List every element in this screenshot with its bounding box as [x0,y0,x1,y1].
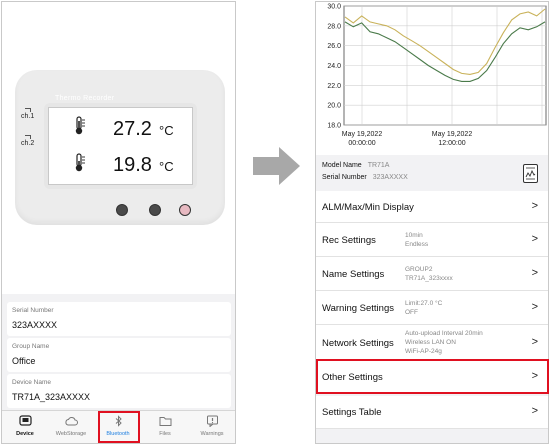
group-name-card: Group Name Office [7,338,231,372]
serial-number-label: Serial Number [322,174,367,181]
ch2-mark [25,135,31,139]
ch2-unit: °C [159,159,174,174]
device-button-3 [179,204,191,216]
bluetooth-tab-highlight [98,411,140,443]
warning-icon [207,415,218,427]
ch1-label: ch.1 [21,113,35,120]
tab-label: Files [159,431,171,437]
series-line [344,8,546,75]
arrow-right-icon [253,147,300,185]
device-button-1 [116,204,128,216]
temperature-chart: 30.0 28.0 26.0 24.0 22.0 20.0 18.0 May 19,2022 0… [316,2,548,155]
graph-icon [525,167,536,180]
device-button-2 [149,204,161,216]
device-screen: Thermo Recorder ch.1 ch.2 27.2 °C 19.8 °… [1,1,236,444]
menu-settings-table[interactable]: Settings Table > [316,396,548,429]
x-tick-date: May 19,2022 [342,131,383,138]
device-brand: Thermo Recorder [55,95,115,102]
menu-name-settings[interactable]: Name Settings GROUP2 TR71A_323xxxx > [316,257,548,291]
model-name-value: TR71A [367,162,390,169]
graph-view-button[interactable] [523,164,538,183]
serial-number-value: 323AXXXX [372,174,408,181]
info-value: TR71A_323AXXXX [12,392,91,402]
menu-rec-settings[interactable]: Rec Settings 10min Endless > [316,223,548,257]
info-label: Group Name [12,343,50,350]
menu-warning-settings[interactable]: Warning Settings Limit:27.0 °C OFF > [316,291,548,325]
x-tick-time: 00:00:00 [348,140,375,147]
model-info: Model Name TR71A Serial Number 323AXXXX [316,155,548,191]
thermo-recorder-device: Thermo Recorder ch.1 ch.2 27.2 °C 19.8 °… [15,70,225,225]
y-tick-label: 18.0 [327,123,341,130]
menu-detail: Auto-upload Interval 20min Wireless LAN … [405,330,483,355]
cloud-icon [65,417,78,426]
y-tick-label: 20.0 [327,103,341,110]
info-label: Serial Number [12,307,54,314]
y-tick-label: 28.0 [327,23,341,30]
menu-title: Warning Settings [322,303,394,314]
x-tick-date: May 19,2022 [432,131,473,138]
tab-files[interactable]: Files [142,411,188,443]
tab-warnings[interactable]: Warnings [189,411,235,443]
tab-device[interactable]: Device [2,411,48,443]
folder-icon [159,417,172,426]
tab-webstorage[interactable]: WebStorage [48,411,94,443]
menu-title: Settings Table [322,407,382,418]
x-tick-time: 12:00:00 [438,140,465,147]
y-tick-label: 24.0 [327,63,341,70]
menu-title: ALM/Max/Min Display [322,202,414,213]
thermometer-icon [75,153,85,172]
other-settings-highlight [316,359,549,394]
model-name-label: Model Name [322,162,362,169]
ch2-reading: 19.8 [113,154,152,176]
chevron-right-icon: > [531,405,538,417]
menu-network-settings[interactable]: Network Settings Auto-upload Interval 20… [316,325,548,360]
tab-label: Warnings [200,431,224,437]
chevron-right-icon: > [531,336,538,348]
device-icon [19,415,32,426]
tab-label: Device [16,431,34,437]
chevron-right-icon: > [531,200,538,212]
y-tick-label: 22.0 [327,83,341,90]
device-illustration-panel: Thermo Recorder ch.1 ch.2 27.2 °C 19.8 °… [2,2,235,294]
chevron-right-icon: > [531,233,538,245]
menu-title: Name Settings [322,269,385,280]
ch2-label: ch.2 [21,140,35,147]
y-tick-label: 26.0 [327,43,341,50]
lcd-display: 27.2 °C 19.8 °C [44,103,197,189]
menu-alm-max-min-display[interactable]: ALM/Max/Min Display > [316,191,548,223]
series-line [344,21,546,82]
y-tick-label: 30.0 [327,4,341,11]
menu-title: Rec Settings [322,235,376,246]
chart-svg: 30.028.026.024.022.020.018.0May 19,20220… [327,4,547,147]
ch1-unit: °C [159,123,174,138]
menu-detail: GROUP2 TR71A_323xxxx [405,266,453,282]
info-value: Office [12,356,36,366]
tab-label: WebStorage [55,431,87,437]
thermometer-icon [75,116,85,135]
info-label: Device Name [12,379,52,386]
ch1-reading: 27.2 [113,118,152,140]
menu-detail: 10min Endless [405,232,429,248]
device-name-card: Device Name TR71A_323AXXXX [7,374,231,408]
menu-detail: Limit:27.0 °C OFF [405,300,443,316]
chevron-right-icon: > [531,267,538,279]
info-value: 323AXXXX [12,320,58,330]
serial-number-card: Serial Number 323AXXXX [7,302,231,336]
menu-title: Network Settings [322,338,394,349]
chevron-right-icon: > [531,301,538,313]
ch1-mark [25,108,31,112]
